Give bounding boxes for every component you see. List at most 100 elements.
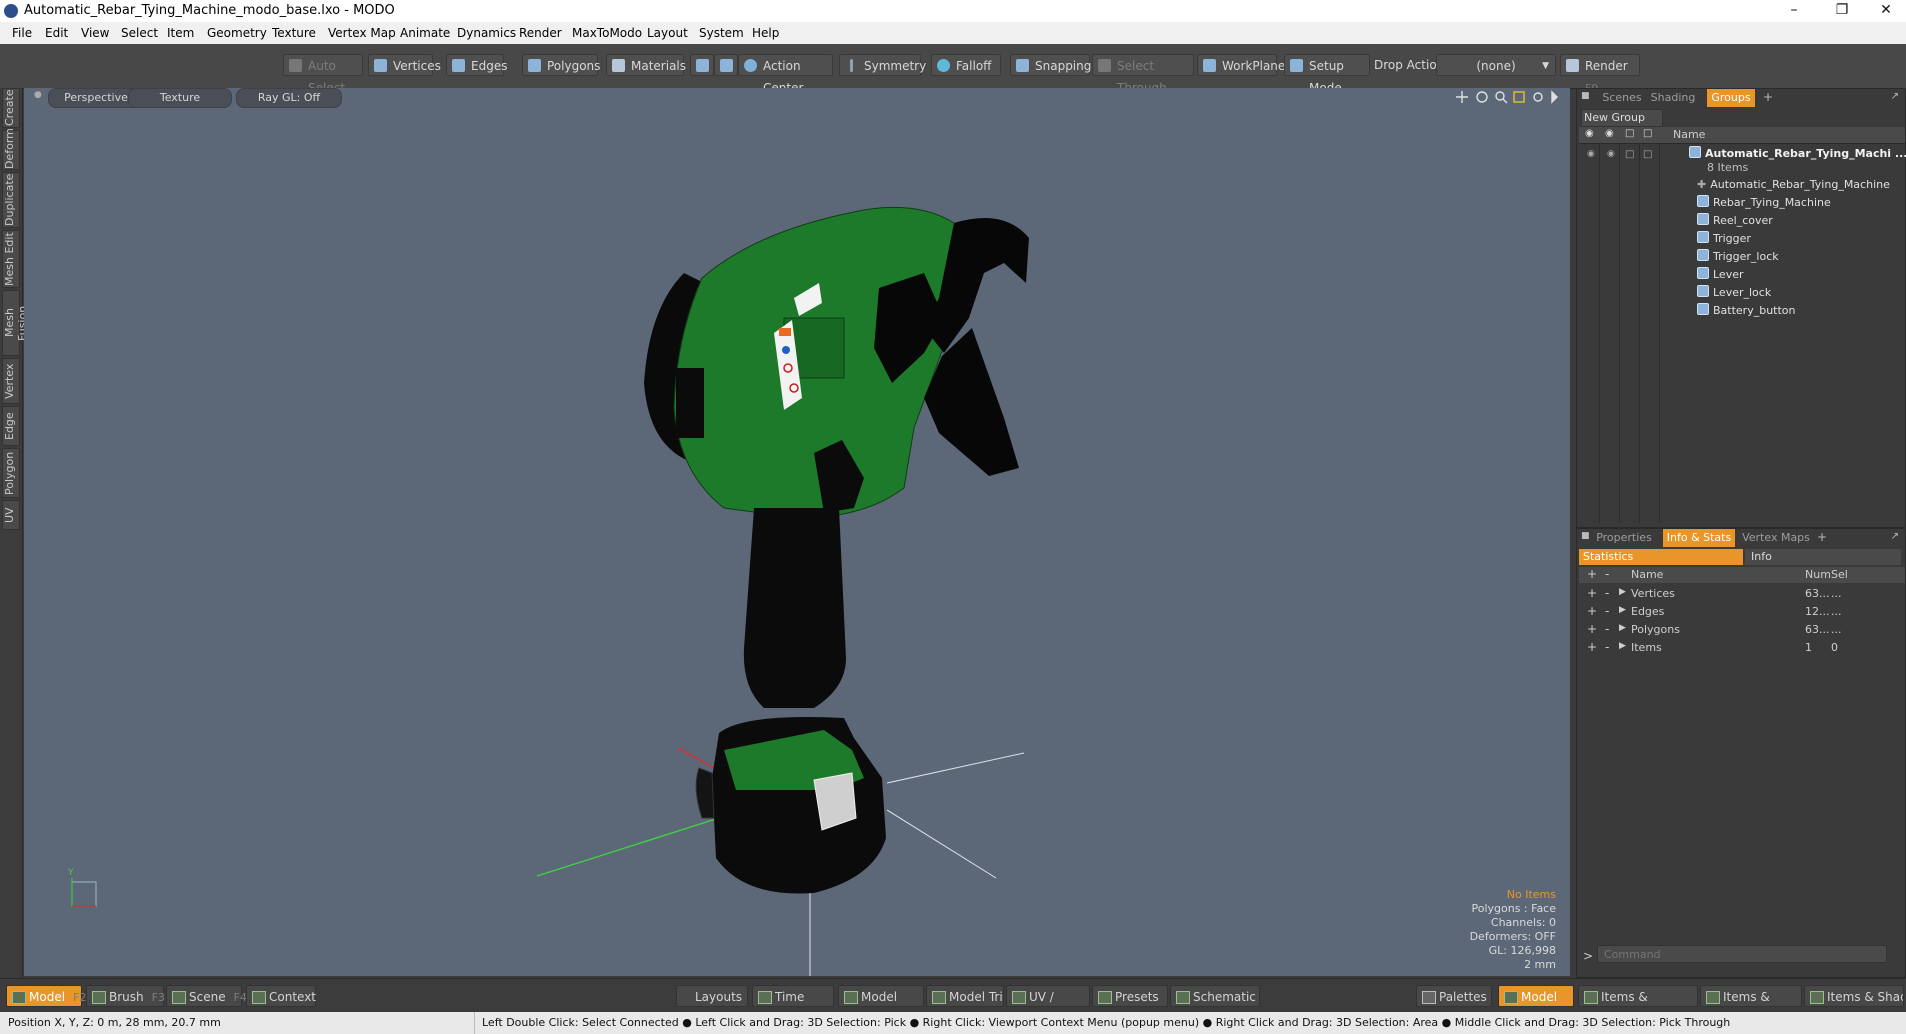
snap-mode-button[interactable] — [714, 54, 738, 76]
stats-row-polygons[interactable]: + - ▶ Polygons 63... ... — [1579, 621, 1905, 639]
setup-mode-button[interactable]: Setup Mode — [1284, 54, 1370, 95]
add-tab-icon[interactable]: + — [1763, 90, 1773, 104]
select-toggle-icon[interactable]: □ — [1643, 128, 1652, 139]
stats-row-items[interactable]: + - ▶ Items 1 0 — [1579, 639, 1905, 657]
rebar-tying-machine-model[interactable] — [624, 178, 1084, 918]
expand-icon[interactable]: + — [1587, 622, 1597, 636]
select-through-button[interactable]: Select Through — [1092, 54, 1194, 95]
expand-all-icon[interactable]: + — [1587, 567, 1597, 581]
collapse-icon[interactable]: - — [1605, 586, 1609, 600]
snapping-button[interactable]: Snapping — [1010, 54, 1091, 76]
workplane-button[interactable]: WorkPlane — [1197, 54, 1285, 76]
expand-icon[interactable]: + — [1587, 586, 1597, 600]
3d-viewport[interactable]: ● Perspective Texture Ray GL: Off Y No I… — [24, 88, 1570, 976]
tab-mesh-edit[interactable]: Mesh Edit — [2, 230, 20, 288]
menu-geometry[interactable]: Geometry — [207, 26, 267, 40]
group-item-lever[interactable]: Lever — [1697, 266, 1906, 284]
schematic-button[interactable]: Schematic — [1170, 985, 1260, 1007]
materials-button[interactable]: Materials — [606, 54, 686, 76]
disclosure-triangle-icon[interactable]: ▶ — [1619, 587, 1626, 597]
menu-file[interactable]: File — [12, 26, 32, 40]
group-item-lever-lock[interactable]: Lever_lock — [1697, 284, 1906, 302]
root-lock-icon[interactable]: □ — [1625, 149, 1634, 160]
group-item-reel-cover[interactable]: Reel_cover — [1697, 212, 1906, 230]
items-properties-button[interactable]: Items & Properties — [1578, 985, 1698, 1026]
menu-render[interactable]: Render — [519, 26, 562, 40]
add-tab-icon[interactable]: + — [1817, 530, 1827, 544]
menu-help[interactable]: Help — [752, 26, 779, 40]
group-item-trigger-lock[interactable]: Trigger_lock — [1697, 248, 1906, 266]
menu-animate[interactable]: Animate — [400, 26, 450, 40]
new-group-button[interactable]: New Group — [1581, 109, 1663, 127]
minimize-button[interactable]: – — [1774, 0, 1814, 22]
auto-select-button[interactable]: Auto Select — [283, 54, 363, 95]
layout-brush-button[interactable]: Brush F3 — [86, 985, 165, 1007]
tab-uv[interactable]: UV — [2, 500, 20, 530]
tab-vertex-maps[interactable]: Vertex Maps — [1741, 529, 1811, 547]
visibility-icon[interactable]: ◉ — [1585, 128, 1594, 139]
lock-toggle-icon[interactable]: □ — [1625, 128, 1634, 139]
expand-icon[interactable]: + — [1587, 640, 1597, 654]
disclosure-triangle-icon[interactable]: ▶ — [1619, 605, 1626, 615]
model-tri-button[interactable]: Model Tri — [926, 985, 1004, 1007]
belt-hook[interactable] — [695, 767, 715, 819]
tab-polygon[interactable]: Polygon — [2, 448, 20, 498]
menu-edit[interactable]: Edit — [45, 26, 68, 40]
menu-texture[interactable]: Texture — [272, 26, 316, 40]
model-quad-button[interactable]: Model Quad — [838, 985, 924, 1026]
menu-dynamics[interactable]: Dynamics — [457, 26, 516, 40]
collapse-icon[interactable]: - — [1605, 604, 1609, 618]
collapse-icon[interactable]: - — [1605, 622, 1609, 636]
root-select-icon[interactable]: □ — [1643, 149, 1652, 160]
group-item-battery-button[interactable]: Battery_button — [1697, 302, 1906, 320]
panel-menu-icon[interactable]: ■ — [1581, 91, 1590, 101]
info-subtab[interactable]: Info — [1745, 549, 1901, 565]
handle[interactable] — [743, 508, 846, 708]
items-shading-button[interactable]: Items & Shading — [1804, 985, 1904, 1007]
disclosure-triangle-icon[interactable]: ▶ — [1619, 641, 1626, 651]
tab-properties[interactable]: Properties — [1593, 529, 1655, 547]
tab-create[interactable]: Create — [2, 88, 20, 128]
maximize-panel-icon[interactable]: ↗ — [1891, 531, 1899, 542]
disclosure-triangle-icon[interactable]: ▶ — [1619, 623, 1626, 633]
tab-edge[interactable]: Edge — [2, 406, 20, 446]
stats-row-edges[interactable]: + - ▶ Edges 12... ... — [1579, 603, 1905, 621]
menu-select[interactable]: Select — [121, 26, 158, 40]
group-item-rebar-tying-machine[interactable]: Rebar_Tying_Machine — [1697, 194, 1906, 212]
tab-deform[interactable]: Deform — [2, 128, 20, 170]
root-render-icon[interactable]: ◉ — [1607, 149, 1615, 159]
layouts-button[interactable]: Layouts — [676, 985, 748, 1007]
panel-menu-icon[interactable]: ■ — [1581, 531, 1590, 541]
tab-shading[interactable]: Shading — [1647, 89, 1699, 107]
vertices-button[interactable]: Vertices — [368, 54, 441, 76]
tab-info-stats[interactable]: Info & Stats — [1663, 529, 1735, 547]
maximize-panel-icon[interactable]: ↗ — [1891, 91, 1899, 102]
collapse-all-icon[interactable]: - — [1605, 567, 1609, 581]
palettes-button[interactable]: Palettes — [1416, 985, 1492, 1007]
stats-row-vertices[interactable]: + - ▶ Vertices 63... ... — [1579, 585, 1905, 603]
tab-scenes[interactable]: Scenes — [1599, 89, 1645, 107]
presets-button[interactable]: Presets — [1092, 985, 1168, 1007]
time-button[interactable]: Time — [752, 985, 834, 1007]
close-button[interactable]: ✕ — [1866, 0, 1906, 22]
edges-button[interactable]: Edges — [446, 54, 507, 76]
menu-maxtomodo[interactable]: MaxToModo — [572, 26, 642, 40]
layout-model-button[interactable]: Model F2 — [6, 985, 86, 1007]
menu-view[interactable]: View — [81, 26, 109, 40]
restore-button[interactable]: ❐ — [1822, 0, 1862, 22]
symmetry-button[interactable]: Symmetry — [839, 54, 926, 76]
menu-vertex-map[interactable]: Vertex Map — [328, 26, 396, 40]
render-button[interactable]: Render F9 — [1560, 54, 1640, 95]
group-item-trigger[interactable]: Trigger — [1697, 230, 1906, 248]
items-groups-button[interactable]: Items & Groups — [1700, 985, 1802, 1026]
menu-item[interactable]: Item — [167, 26, 194, 40]
action-center-button[interactable]: Action Center — [738, 54, 833, 95]
layout-context-button[interactable]: Context — [246, 985, 316, 1007]
menu-layout[interactable]: Layout — [647, 26, 688, 40]
polygons-button[interactable]: Polygons — [522, 54, 600, 76]
group-item-automatic-rebar-tying-machine[interactable]: ✚ Automatic_Rebar_Tying_Machine — [1697, 176, 1906, 194]
right-layout-model-button[interactable]: Model — [1498, 985, 1574, 1007]
drop-action-select[interactable]: (none) ▼ — [1436, 54, 1556, 76]
tab-groups[interactable]: Groups — [1707, 89, 1755, 107]
root-visibility-icon[interactable]: ◉ — [1587, 149, 1595, 159]
